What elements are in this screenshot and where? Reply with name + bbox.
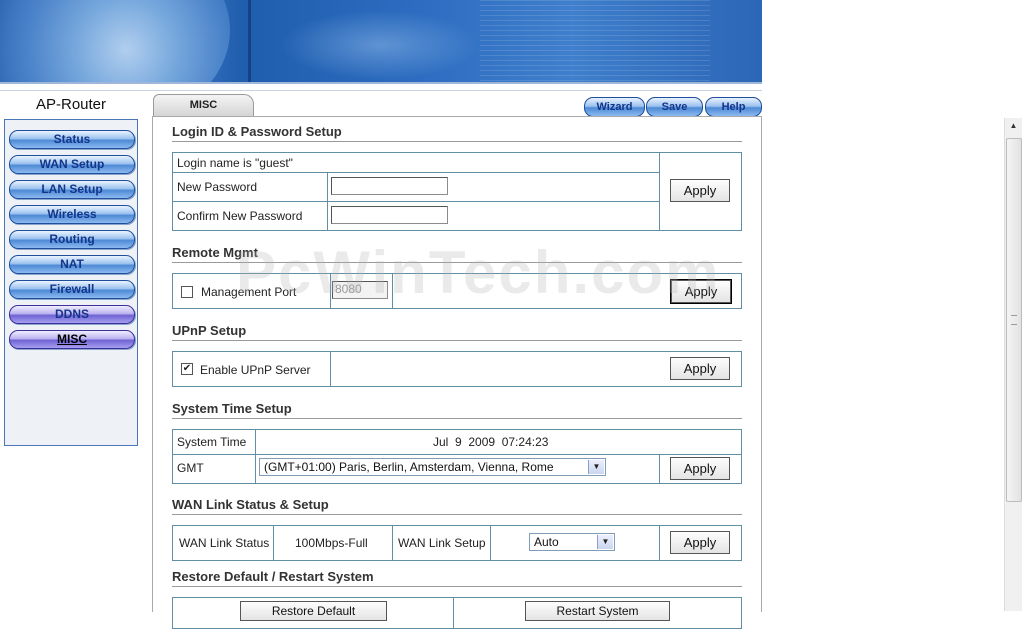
chevron-down-icon: ▼ (588, 460, 604, 474)
banner-underline (0, 82, 762, 84)
remote-box: Management Port 8080 Apply (172, 273, 742, 309)
section-rule (172, 586, 742, 587)
remote-apply-button[interactable]: Apply (670, 279, 732, 304)
login-apply-button[interactable]: Apply (670, 179, 730, 202)
chevron-down-icon: ▼ (597, 535, 613, 549)
restart-system-button[interactable]: Restart System (525, 601, 670, 621)
upnp-box: ✔ Enable UPnP Server Apply (172, 351, 742, 387)
scroll-up-icon[interactable]: ▲ (1005, 118, 1022, 134)
sidebar-item-firewall[interactable]: Firewall (9, 280, 135, 299)
wan-section-title: WAN Link Status & Setup (172, 497, 329, 512)
time-section-title: System Time Setup (172, 401, 292, 416)
management-port-label: Management Port (201, 285, 297, 299)
wan-setup-selected: Auto (534, 535, 559, 549)
restore-section-title: Restore Default / Restart System (172, 569, 374, 584)
system-time-label: System Time (177, 435, 247, 449)
header-banner (0, 0, 762, 82)
col-divider (659, 526, 660, 560)
banner-divider (248, 0, 251, 82)
col-divider (330, 274, 331, 308)
banner-text-pattern (480, 0, 710, 82)
help-button[interactable]: Help (705, 97, 762, 117)
login-section-title: Login ID & Password Setup (172, 124, 342, 139)
brand-title: AP-Router (35, 96, 107, 113)
sidebar-item-misc[interactable]: MISC (9, 330, 135, 349)
col-divider (392, 526, 393, 560)
upnp-label: Enable UPnP Server (200, 363, 311, 377)
wan-box: WAN Link Status 100Mbps-Full WAN Link Se… (172, 525, 742, 561)
wan-setup-label: WAN Link Setup (398, 536, 486, 550)
login-box: Login name is "guest" New Password Confi… (172, 152, 742, 231)
management-port-checkbox[interactable] (181, 286, 193, 298)
banner-glow (280, 10, 480, 80)
col-divider (659, 454, 660, 483)
sidebar-item-nat[interactable]: NAT (9, 255, 135, 274)
scrollbar-thumb[interactable] (1006, 138, 1022, 502)
time-apply-button[interactable]: Apply (670, 457, 730, 480)
gmt-timezone-select[interactable]: (GMT+01:00) Paris, Berlin, Amsterdam, Vi… (259, 458, 606, 476)
restore-default-button[interactable]: Restore Default (240, 601, 387, 621)
row-divider (173, 454, 741, 455)
sidebar-item-ddns[interactable]: DDNS (9, 305, 135, 324)
confirm-password-label: Confirm New Password (177, 209, 303, 223)
tab-misc[interactable]: MISC (153, 94, 254, 117)
col-divider (659, 153, 660, 230)
sidebar-item-routing[interactable]: Routing (9, 230, 135, 249)
col-divider (392, 274, 393, 308)
wan-status-label: WAN Link Status (179, 536, 270, 550)
upnp-checkbox[interactable]: ✔ (181, 363, 193, 375)
time-box: System Time Jul 9 2009 07:24:23 GMT (GMT… (172, 429, 742, 484)
upnp-apply-button[interactable]: Apply (670, 357, 730, 380)
globe-graphic (0, 0, 230, 82)
checkmark-icon: ✔ (182, 363, 192, 374)
col-divider (273, 526, 274, 560)
section-rule (172, 514, 742, 515)
section-rule (172, 141, 742, 142)
sidebar-nav: Status WAN Setup LAN Setup Wireless Rout… (4, 119, 138, 446)
header-rule (0, 90, 762, 91)
sidebar-item-wan-setup[interactable]: WAN Setup (9, 155, 135, 174)
section-rule (172, 418, 742, 419)
row-divider (173, 201, 659, 202)
new-password-input[interactable] (331, 177, 448, 195)
section-rule (172, 340, 742, 341)
gmt-label: GMT (177, 461, 204, 475)
col-divider (453, 598, 454, 628)
col-divider (327, 172, 328, 230)
new-password-label: New Password (177, 180, 258, 194)
sidebar-item-wireless[interactable]: Wireless (9, 205, 135, 224)
misc-content-panel: Login ID & Password Setup Login name is … (152, 116, 762, 629)
wizard-button[interactable]: Wizard (584, 97, 645, 117)
wan-status-value: 100Mbps-Full (295, 536, 368, 550)
col-divider (255, 430, 256, 483)
sidebar-item-status[interactable]: Status (9, 130, 135, 149)
wan-setup-select[interactable]: Auto ▼ (529, 533, 615, 551)
management-port-input[interactable]: 8080 (332, 281, 388, 299)
gmt-selected-value: (GMT+01:00) Paris, Berlin, Amsterdam, Vi… (264, 460, 554, 474)
confirm-password-input[interactable] (331, 206, 448, 224)
sidebar-item-lan-setup[interactable]: LAN Setup (9, 180, 135, 199)
remote-section-title: Remote Mgmt (172, 245, 258, 260)
vertical-scrollbar[interactable]: ▲ (1004, 118, 1022, 611)
grip-icon (1011, 315, 1017, 325)
col-divider (330, 352, 331, 386)
col-divider (490, 526, 491, 560)
login-name-text: Login name is "guest" (177, 156, 293, 170)
section-rule (172, 262, 742, 263)
wan-apply-button[interactable]: Apply (670, 531, 730, 554)
system-time-value: Jul 9 2009 07:24:23 (433, 435, 549, 449)
upnp-section-title: UPnP Setup (172, 323, 247, 338)
save-button[interactable]: Save (646, 97, 703, 117)
row-divider (173, 172, 659, 173)
restore-box: Restore Default Restart System (172, 597, 742, 629)
